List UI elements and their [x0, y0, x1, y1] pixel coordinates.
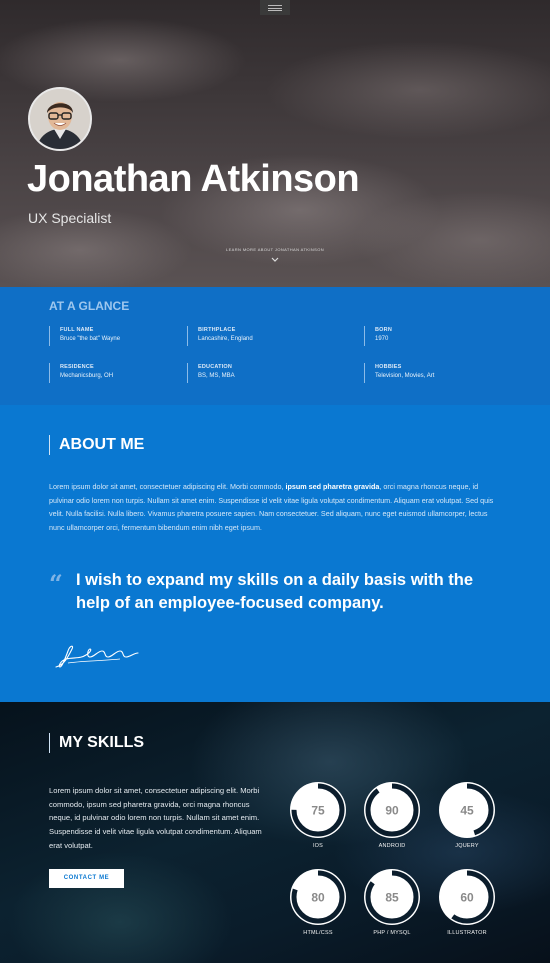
glance-value: 1970: [375, 336, 389, 342]
skill-ring: 45: [439, 782, 495, 838]
skill-ring: 75: [290, 782, 346, 838]
glance-item-birthplace: BIRTHPLACE Lancashire, England: [187, 326, 253, 346]
about-title: ABOUT ME: [49, 435, 144, 455]
glance-item-education: EDUCATION BS, MS, MBA: [187, 363, 235, 383]
skill-html-css: 80 HTML/CSS: [288, 867, 348, 936]
about-text-start: Lorem ipsum dolor sit amet, consectetuer…: [49, 482, 286, 491]
hero-section: Jonathan Atkinson UX Specialist LEARN MO…: [0, 0, 550, 287]
glance-label: HOBBIES: [375, 364, 402, 370]
skill-label: ANDROID: [378, 843, 406, 849]
chevron-down-icon[interactable]: [271, 257, 279, 263]
quote-icon: “: [49, 569, 63, 598]
skill-value: 85: [385, 891, 399, 905]
glance-title: AT A GLANCE: [49, 299, 130, 313]
skill-value: 75: [311, 804, 325, 818]
glance-value: Television, Movies, Art: [375, 373, 435, 379]
glance-value: Bruce "the bat" Wayne: [60, 336, 121, 342]
glance-value: BS, MS, MBA: [198, 373, 235, 379]
skill-jquery: 45 JQUERY: [437, 780, 497, 849]
about-paragraph: Lorem ipsum dolor sit amet, consectetuer…: [49, 480, 494, 535]
hamburger-icon: [268, 4, 282, 11]
skill-label: ILLUSTRATOR: [447, 930, 487, 936]
skill-label: HTML/CSS: [303, 930, 333, 936]
glance-item-hobbies: HOBBIES Television, Movies, Art: [364, 363, 434, 383]
glance-value: Lancashire, England: [198, 336, 253, 342]
profile-photo: [30, 89, 90, 149]
skill-ios: 75 IOS: [288, 780, 348, 849]
skill-label: PHP / MYSQL: [373, 930, 411, 936]
skill-illustrator: 60 ILLUSTRATOR: [437, 867, 497, 936]
glance-label: BIRTHPLACE: [198, 327, 236, 333]
learn-more-link[interactable]: LEARN MORE ABOUT JONATHAN ATKINSON: [0, 247, 550, 252]
glance-label: EDUCATION: [198, 364, 233, 370]
skill-label: JQUERY: [455, 843, 479, 849]
skill-value: 90: [385, 804, 399, 818]
about-quote: I wish to expand my skills on a daily ba…: [76, 571, 474, 612]
glance-label: BORN: [375, 327, 392, 333]
glance-label: RESIDENCE: [60, 364, 94, 370]
skill-ring: 90: [364, 782, 420, 838]
skill-android: 90 ANDROID: [362, 780, 422, 849]
skill-value: 80: [311, 891, 325, 905]
skill-value: 45: [460, 804, 474, 818]
skill-ring: 80: [290, 869, 346, 925]
skill-value: 60: [460, 891, 474, 905]
about-section: ABOUT ME Lorem ipsum dolor sit amet, con…: [0, 405, 550, 702]
skills-title: MY SKILLS: [49, 733, 144, 753]
signature-icon: [55, 645, 139, 668]
glance-label: FULL NAME: [60, 327, 94, 333]
about-text-bold: ipsum sed pharetra gravida: [285, 482, 380, 491]
hero-name: Jonathan Atkinson: [27, 158, 360, 200]
glance-value: Mechanicsburg, OH: [60, 373, 114, 379]
hero-role: UX Specialist: [28, 210, 112, 226]
glance-item-residence: RESIDENCE Mechanicsburg, OH: [49, 363, 113, 383]
skills-paragraph: Lorem ipsum dolor sit amet, consectetuer…: [49, 786, 262, 850]
glance-section: AT A GLANCE FULL NAME Bruce "the bat" Wa…: [0, 287, 550, 405]
skills-section: MY SKILLS Lorem ipsum dolor sit amet, co…: [0, 702, 550, 963]
glance-item-full-name: FULL NAME Bruce "the bat" Wayne: [49, 326, 120, 346]
menu-button[interactable]: [260, 0, 290, 15]
skill-php-mysql: 85 PHP / MYSQL: [362, 867, 422, 936]
skill-label: IOS: [312, 843, 324, 849]
contact-me-button[interactable]: CONTACT ME: [49, 869, 124, 888]
avatar: [28, 87, 92, 151]
skill-ring: 60: [439, 869, 495, 925]
glance-item-born: BORN 1970: [364, 326, 392, 346]
skill-ring: 85: [364, 869, 420, 925]
